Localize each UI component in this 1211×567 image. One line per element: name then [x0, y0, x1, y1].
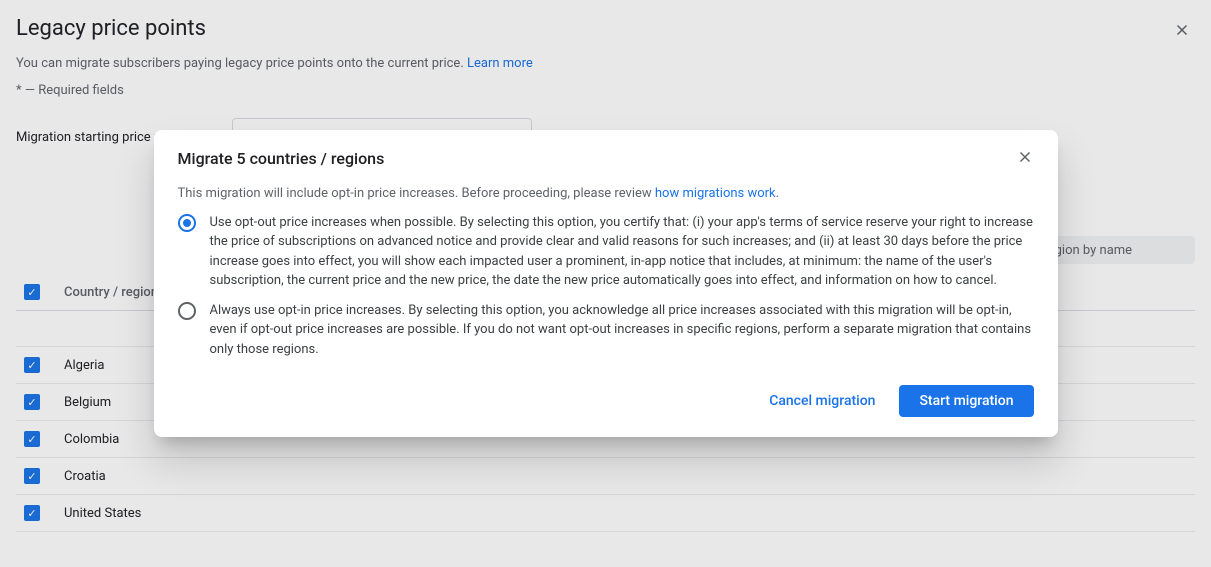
modal-intro: This migration will include opt-in price…: [178, 186, 1034, 201]
migrate-modal: Migrate 5 countries / regions This migra…: [154, 130, 1058, 438]
opt-in-label: Always use opt-in price increases. By se…: [210, 301, 1034, 360]
opt-out-radio[interactable]: [178, 214, 196, 232]
modal-close-icon[interactable]: [1016, 148, 1034, 170]
opt-out-label: Use opt-out price increases when possibl…: [210, 213, 1034, 291]
opt-in-radio[interactable]: [178, 302, 196, 320]
modal-title: Migrate 5 countries / regions: [178, 149, 385, 168]
cancel-button[interactable]: Cancel migration: [757, 385, 887, 417]
start-button[interactable]: Start migration: [899, 385, 1033, 417]
modal-overlay: Migrate 5 countries / regions This migra…: [0, 0, 1211, 567]
how-migrations-work-link[interactable]: how migrations work: [655, 186, 776, 201]
